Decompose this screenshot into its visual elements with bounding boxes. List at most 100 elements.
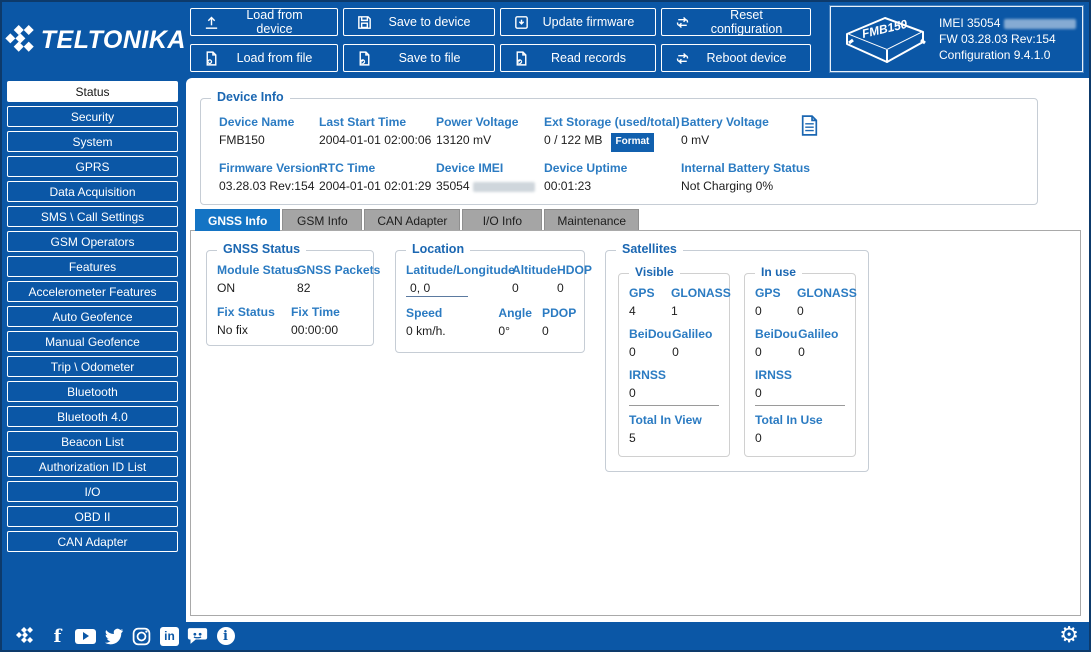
sidebar-item-system[interactable]: System: [7, 131, 178, 152]
instagram-icon[interactable]: [131, 626, 152, 647]
location-panel: Location Latitude/Longitude 0, 0 Altitud…: [395, 250, 585, 353]
reboot-loop-icon: [674, 50, 691, 67]
brand-name: TELTONIKA: [41, 26, 186, 55]
field-hdop: HDOP 0: [557, 263, 591, 297]
device-info-panel: Device Info Device Name FMB150 Last Star…: [200, 98, 1038, 205]
update-firmware-button[interactable]: Update firmware: [500, 8, 656, 36]
save-to-file-button[interactable]: Save to file: [343, 44, 495, 72]
field-inuse-galileo: Galileo 0: [798, 327, 849, 360]
field-altitude: Altitude 0: [512, 263, 557, 297]
save-to-file-label: Save to file: [383, 51, 494, 65]
device-badge: FMB150 IMEI 35054 FW 03.28.03 Rev:154 Co…: [830, 6, 1083, 72]
field-device-uptime: Device Uptime 00:01:23: [544, 161, 681, 194]
sidebar-item-obd-ii[interactable]: OBD II: [7, 506, 178, 527]
field-inuse-gps: GPS 0: [755, 286, 797, 319]
toolbar: Load from device Save to device Update f…: [190, 8, 811, 72]
satellites-visible-panel: Visible GPS 4 GLONASS 1: [618, 273, 730, 457]
field-total-in-view: Total In View 5: [629, 413, 723, 446]
field-device-imei: Device IMEI 35054: [436, 161, 544, 194]
sidebar-item-sms-call-settings[interactable]: SMS \ Call Settings: [7, 206, 178, 227]
floppy-icon: [356, 14, 373, 31]
battery-log-document-icon[interactable]: [801, 115, 818, 136]
field-inuse-irnss: IRNSS 0: [755, 368, 799, 401]
imei-masked: [1004, 19, 1076, 29]
sidebar-item-gprs[interactable]: GPRS: [7, 156, 178, 177]
device-info-title: Device Info: [211, 90, 290, 104]
sidebar-item-status[interactable]: Status: [7, 81, 178, 102]
gnss-status-title: GNSS Status: [217, 242, 306, 256]
field-fix-time: Fix Time 00:00:00: [291, 305, 365, 338]
field-inuse-glonass: GLONASS 0: [797, 286, 849, 319]
sidebar-item-auto-geofence[interactable]: Auto Geofence: [7, 306, 178, 327]
tab-can-adapter[interactable]: CAN Adapter: [364, 209, 460, 231]
reboot-device-label: Reboot device: [701, 51, 810, 65]
save-to-device-button[interactable]: Save to device: [343, 8, 495, 36]
sidebar-item-gsm-operators[interactable]: GSM Operators: [7, 231, 178, 252]
update-firmware-label: Update firmware: [540, 15, 655, 29]
satellites-panel: Satellites Visible GPS 4 GLONASS 1: [605, 250, 869, 472]
upload-icon: [203, 14, 220, 31]
sidebar-item-accelerometer-features[interactable]: Accelerometer Features: [7, 281, 178, 302]
read-records-button[interactable]: Read records: [500, 44, 656, 72]
format-button[interactable]: Format: [611, 133, 655, 152]
field-internal-battery-status: Internal Battery Status Not Charging 0%: [681, 161, 881, 194]
reboot-device-button[interactable]: Reboot device: [661, 44, 811, 72]
sidebar-item-manual-geofence[interactable]: Manual Geofence: [7, 331, 178, 352]
field-firmware-version: Firmware Version 03.28.03 Rev:154: [219, 161, 319, 194]
teltonika-chevrons-icon: [2, 20, 39, 60]
latitude-longitude-link[interactable]: 0, 0: [406, 280, 468, 297]
load-from-file-label: Load from file: [230, 51, 337, 65]
field-inuse-beidou: BeiDou 0: [755, 327, 798, 360]
tab-maintenance[interactable]: Maintenance: [544, 209, 639, 231]
chat-icon[interactable]: [187, 626, 208, 647]
field-speed: Speed 0 km/h.: [406, 306, 498, 339]
field-battery-voltage: Battery Voltage 0 mV: [681, 115, 881, 152]
sidebar-item-io[interactable]: I/O: [7, 481, 178, 502]
file-add-icon: [203, 50, 220, 67]
visible-title: Visible: [629, 265, 680, 279]
field-visible-galileo: Galileo 0: [672, 327, 723, 360]
badge-firmware: FW 03.28.03 Rev:154: [939, 31, 1076, 47]
tab-io-info[interactable]: I/O Info: [462, 209, 542, 231]
load-from-device-label: Load from device: [230, 8, 337, 36]
info-icon[interactable]: i: [215, 626, 236, 647]
load-from-device-button[interactable]: Load from device: [190, 8, 338, 36]
twitter-icon[interactable]: [103, 626, 124, 647]
sidebar-item-bluetooth[interactable]: Bluetooth: [7, 381, 178, 402]
main-content: Device Info Device Name FMB150 Last Star…: [186, 78, 1089, 622]
field-visible-beidou: BeiDou 0: [629, 327, 672, 360]
facebook-icon[interactable]: f: [47, 626, 68, 647]
field-ext-storage: Ext Storage (used/total) 0 / 122 MBForma…: [544, 115, 681, 152]
sidebar-item-features[interactable]: Features: [7, 256, 178, 277]
gnss-info-panel: GNSS Status Module Status ON GNSS Packet…: [190, 230, 1081, 616]
sidebar-item-beacon-list[interactable]: Beacon List: [7, 431, 178, 452]
sidebar-item-bluetooth-40[interactable]: Bluetooth 4.0: [7, 406, 178, 427]
teltonika-logo: TELTONIKA: [2, 2, 186, 78]
tab-gsm-info[interactable]: GSM Info: [282, 209, 362, 231]
reset-loop-icon: [674, 14, 691, 31]
file-check-icon: [356, 50, 373, 67]
gnss-status-panel: GNSS Status Module Status ON GNSS Packet…: [206, 250, 374, 346]
sidebar-item-trip-odometer[interactable]: Trip \ Odometer: [7, 356, 178, 377]
sidebar-item-authorization-id-list[interactable]: Authorization ID List: [7, 456, 178, 477]
sidebar-item-can-adapter[interactable]: CAN Adapter: [7, 531, 178, 552]
sidebar: Status Security System GPRS Data Acquisi…: [2, 78, 186, 622]
read-records-label: Read records: [540, 51, 655, 65]
divider: [755, 405, 845, 406]
status-tabs: GNSS Info GSM Info CAN Adapter I/O Info …: [195, 209, 639, 231]
field-last-start-time: Last Start Time 2004-01-01 02:00:06: [319, 115, 436, 152]
linkedin-icon[interactable]: in: [159, 626, 180, 647]
field-gnss-packets: GNSS Packets 82: [297, 263, 377, 296]
tab-gnss-info[interactable]: GNSS Info: [195, 209, 280, 231]
location-title: Location: [406, 242, 470, 256]
settings-gear-icon[interactable]: ⚙: [1059, 623, 1079, 648]
sidebar-item-security[interactable]: Security: [7, 106, 178, 127]
save-to-device-label: Save to device: [383, 15, 494, 29]
firmware-download-icon: [513, 14, 530, 31]
reset-configuration-button[interactable]: Reset configuration: [661, 8, 811, 36]
youtube-icon[interactable]: [75, 626, 96, 647]
load-from-file-button[interactable]: Load from file: [190, 44, 338, 72]
field-visible-irnss: IRNSS 0: [629, 368, 673, 401]
sidebar-item-data-acquisition[interactable]: Data Acquisition: [7, 181, 178, 202]
teltonika-mark-icon[interactable]: [10, 626, 40, 646]
